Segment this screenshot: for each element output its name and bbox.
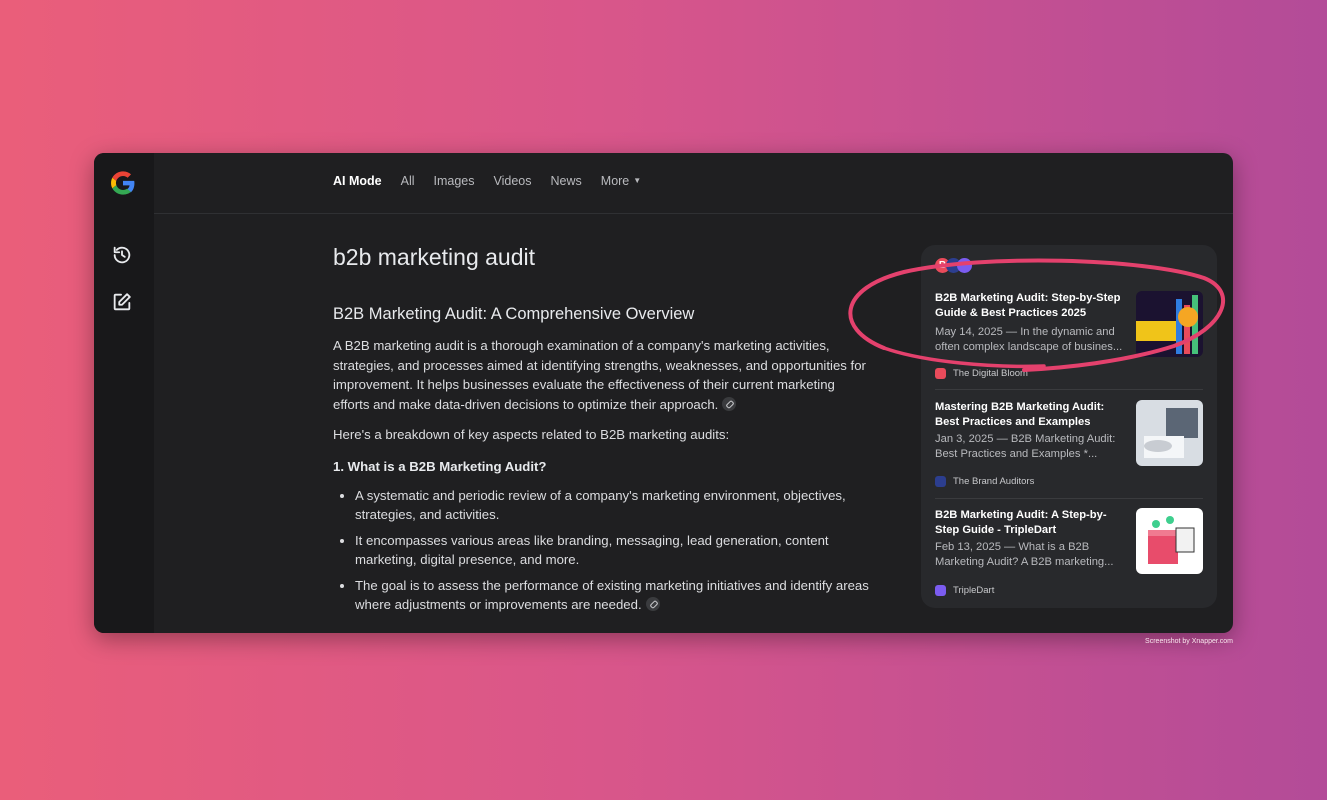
bullet-list: A systematic and periodic review of a co…	[333, 486, 873, 615]
list-item: A systematic and periodic review of a co…	[355, 486, 873, 525]
source-site-name: The Brand Auditors	[953, 476, 1035, 487]
source-snippet: Jan 3, 2025 — B2B Marketing Audit: Best …	[935, 433, 1116, 460]
source-site-name: The Digital Bloom	[953, 368, 1028, 379]
link-icon[interactable]	[722, 396, 737, 411]
section-title: 1. What is a B2B Marketing Audit?	[333, 458, 547, 474]
tab-more[interactable]: More ▼	[601, 174, 641, 188]
source-thumbnail	[1136, 400, 1203, 466]
brand-auditors-favicon	[935, 476, 946, 487]
history-icon[interactable]	[111, 244, 133, 266]
bullet-text: It encompasses various areas like brandi…	[355, 532, 829, 568]
google-logo[interactable]	[109, 169, 137, 197]
list-item: The goal is to assess the performance of…	[355, 576, 873, 615]
tab-ai-mode[interactable]: AI Mode	[333, 174, 382, 188]
source-title: Mastering B2B Marketing Audit: Best Prac…	[935, 401, 1105, 428]
tripledart-favicon	[935, 585, 946, 596]
source-site-name: TripleDart	[953, 585, 995, 596]
new-chat-icon[interactable]	[111, 291, 133, 313]
divider	[935, 498, 1203, 499]
source-card[interactable]: Mastering B2B Marketing Audit: Best Prac…	[935, 400, 1203, 466]
sources-panel: B B2B Marketing Audit: Step-by-Step Guid…	[921, 245, 1217, 608]
caret-down-icon: ▼	[633, 176, 642, 185]
intro-paragraph: A B2B marketing audit is a thorough exam…	[333, 336, 873, 414]
watermark: Screenshot by Xnapper.com	[1145, 638, 1233, 645]
link-icon[interactable]	[645, 597, 660, 611]
source-thumbnail	[1136, 508, 1203, 574]
tab-videos[interactable]: Videos	[494, 174, 532, 188]
response-heading: B2B Marketing Audit: A Comprehensive Ove…	[333, 305, 695, 323]
sidebar	[94, 153, 154, 633]
source-title: B2B Marketing Audit: Step-by-Step Guide …	[935, 292, 1121, 319]
source-card[interactable]: B2B Marketing Audit: A Step-by-Step Guid…	[935, 508, 1203, 574]
browser-window: AI Mode All Images Videos News More ▼ b2b…	[94, 153, 1233, 633]
intro-text: A B2B marketing audit is a thorough exam…	[333, 338, 866, 412]
source-site[interactable]: The Digital Bloom	[935, 368, 1028, 379]
bullet-text: The goal is to assess the performance of…	[355, 577, 869, 613]
source-site[interactable]: The Brand Auditors	[935, 476, 1034, 487]
source-snippet: May 14, 2025 — In the dynamic and often …	[935, 326, 1123, 353]
ai-response: b2b marketing audit B2B Marketing Audit:…	[333, 213, 873, 621]
tab-all[interactable]: All	[401, 174, 415, 188]
tab-images[interactable]: Images	[434, 174, 475, 188]
tab-news[interactable]: News	[551, 174, 582, 188]
top-nav: AI Mode All Images Videos News More ▼	[154, 153, 1233, 214]
breakdown-paragraph: Here's a breakdown of key aspects relate…	[333, 427, 730, 442]
query-title: b2b marketing audit	[333, 244, 536, 270]
divider	[935, 389, 1203, 390]
source-title: B2B Marketing Audit: A Step-by-Step Guid…	[935, 509, 1107, 536]
sources-header[interactable]: B	[935, 257, 972, 273]
bullet-text: A systematic and periodic review of a co…	[355, 487, 846, 523]
source-card[interactable]: B2B Marketing Audit: Step-by-Step Guide …	[935, 291, 1203, 357]
tripledart-favicon	[957, 257, 972, 273]
source-site[interactable]: TripleDart	[935, 585, 994, 596]
source-thumbnail	[1136, 291, 1203, 357]
tab-more-label: More	[600, 174, 630, 188]
list-item: It encompasses various areas like brandi…	[355, 531, 873, 570]
source-snippet: Feb 13, 2025 — What is a B2B Marketing A…	[935, 541, 1114, 568]
digital-bloom-favicon	[935, 368, 946, 379]
search-tabs: AI Mode All Images Videos News More ▼	[333, 174, 660, 188]
